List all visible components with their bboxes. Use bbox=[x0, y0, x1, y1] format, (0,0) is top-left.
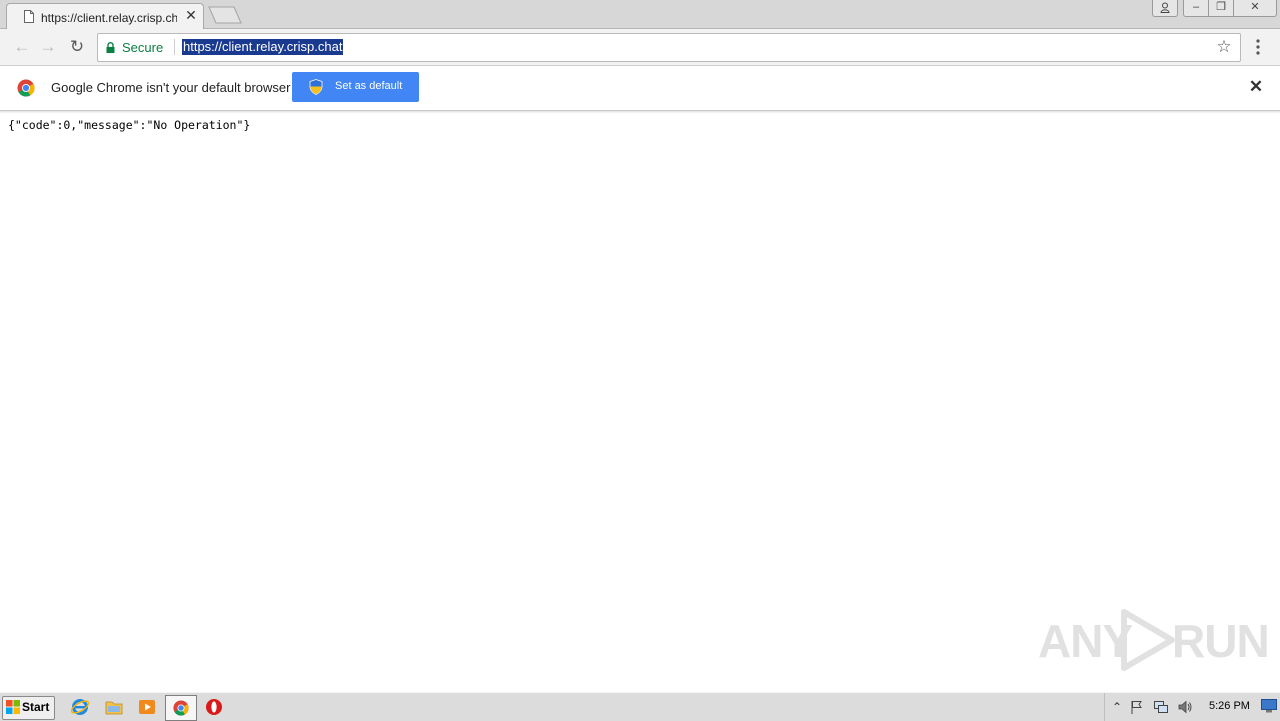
json-response-text: {"code":0,"message":"No Operation"} bbox=[8, 118, 251, 132]
uac-shield-icon bbox=[309, 79, 323, 95]
omnibox-divider bbox=[174, 39, 175, 55]
system-tray: ⌃ 5:26 PM bbox=[1104, 693, 1280, 721]
back-button[interactable]: ← bbox=[12, 37, 32, 57]
opera-icon[interactable] bbox=[204, 697, 224, 717]
address-bar[interactable]: Secure https://client.relay.crisp.chat ☆ bbox=[97, 33, 1241, 62]
tab-active[interactable]: https://client.relay.crisp.chat ✕ bbox=[6, 3, 204, 30]
new-tab-button[interactable] bbox=[208, 6, 242, 24]
start-label: Start bbox=[22, 700, 50, 714]
profile-button[interactable] bbox=[1152, 0, 1178, 17]
watermark-text-right: RUN bbox=[1172, 615, 1270, 667]
windows-logo-icon bbox=[6, 700, 20, 714]
forward-button[interactable]: → bbox=[38, 37, 58, 57]
chevron-up-icon[interactable]: ⌃ bbox=[1109, 699, 1125, 715]
infobar-message: Google Chrome isn't your default browser bbox=[51, 80, 291, 95]
show-desktop-icon[interactable] bbox=[1261, 699, 1277, 713]
tab-title: https://client.relay.crisp.chat bbox=[41, 11, 177, 25]
tab-strip: https://client.relay.crisp.chat ✕ – ❐ ✕ bbox=[0, 0, 1280, 30]
taskbar-chrome-button[interactable] bbox=[165, 695, 197, 721]
media-player-icon[interactable] bbox=[137, 697, 157, 717]
default-browser-infobar: Google Chrome isn't your default browser… bbox=[0, 66, 1280, 111]
anyrun-watermark: ANY RUN bbox=[1038, 608, 1270, 672]
lock-icon bbox=[106, 42, 115, 53]
browser-toolbar: ← → ↻ Secure https://client.relay.crisp.… bbox=[0, 29, 1280, 66]
play-logo-icon bbox=[1121, 609, 1175, 671]
window-close-button[interactable]: ✕ bbox=[1233, 0, 1277, 17]
maximize-button[interactable]: ❐ bbox=[1208, 0, 1234, 17]
chrome-icon bbox=[173, 700, 189, 716]
minimize-button[interactable]: – bbox=[1183, 0, 1209, 17]
set-as-default-button[interactable]: Set as default bbox=[292, 72, 419, 102]
url-text[interactable]: https://client.relay.crisp.chat bbox=[182, 39, 344, 55]
user-icon bbox=[1160, 2, 1170, 13]
volume-icon[interactable] bbox=[1177, 699, 1193, 715]
internet-explorer-icon[interactable] bbox=[70, 697, 90, 717]
tab-close-icon[interactable]: ✕ bbox=[183, 7, 199, 23]
infobar-close-icon[interactable]: ✕ bbox=[1248, 78, 1264, 96]
star-icon[interactable]: ☆ bbox=[1214, 37, 1234, 57]
windows-taskbar: Start ⌃ 5:26 PM bbox=[0, 692, 1280, 721]
reload-button[interactable]: ↻ bbox=[67, 37, 87, 57]
secure-label: Secure bbox=[122, 40, 164, 55]
start-button[interactable]: Start bbox=[2, 696, 55, 720]
set-as-default-label: Set as default bbox=[335, 80, 403, 92]
vertical-dots-icon[interactable] bbox=[1250, 37, 1266, 57]
network-icon[interactable] bbox=[1153, 699, 1169, 715]
page-icon bbox=[24, 10, 34, 23]
taskbar-clock[interactable]: 5:26 PM bbox=[1209, 700, 1250, 712]
file-explorer-icon[interactable] bbox=[104, 697, 124, 717]
flag-icon[interactable] bbox=[1129, 699, 1145, 715]
chrome-logo-icon bbox=[17, 79, 35, 97]
